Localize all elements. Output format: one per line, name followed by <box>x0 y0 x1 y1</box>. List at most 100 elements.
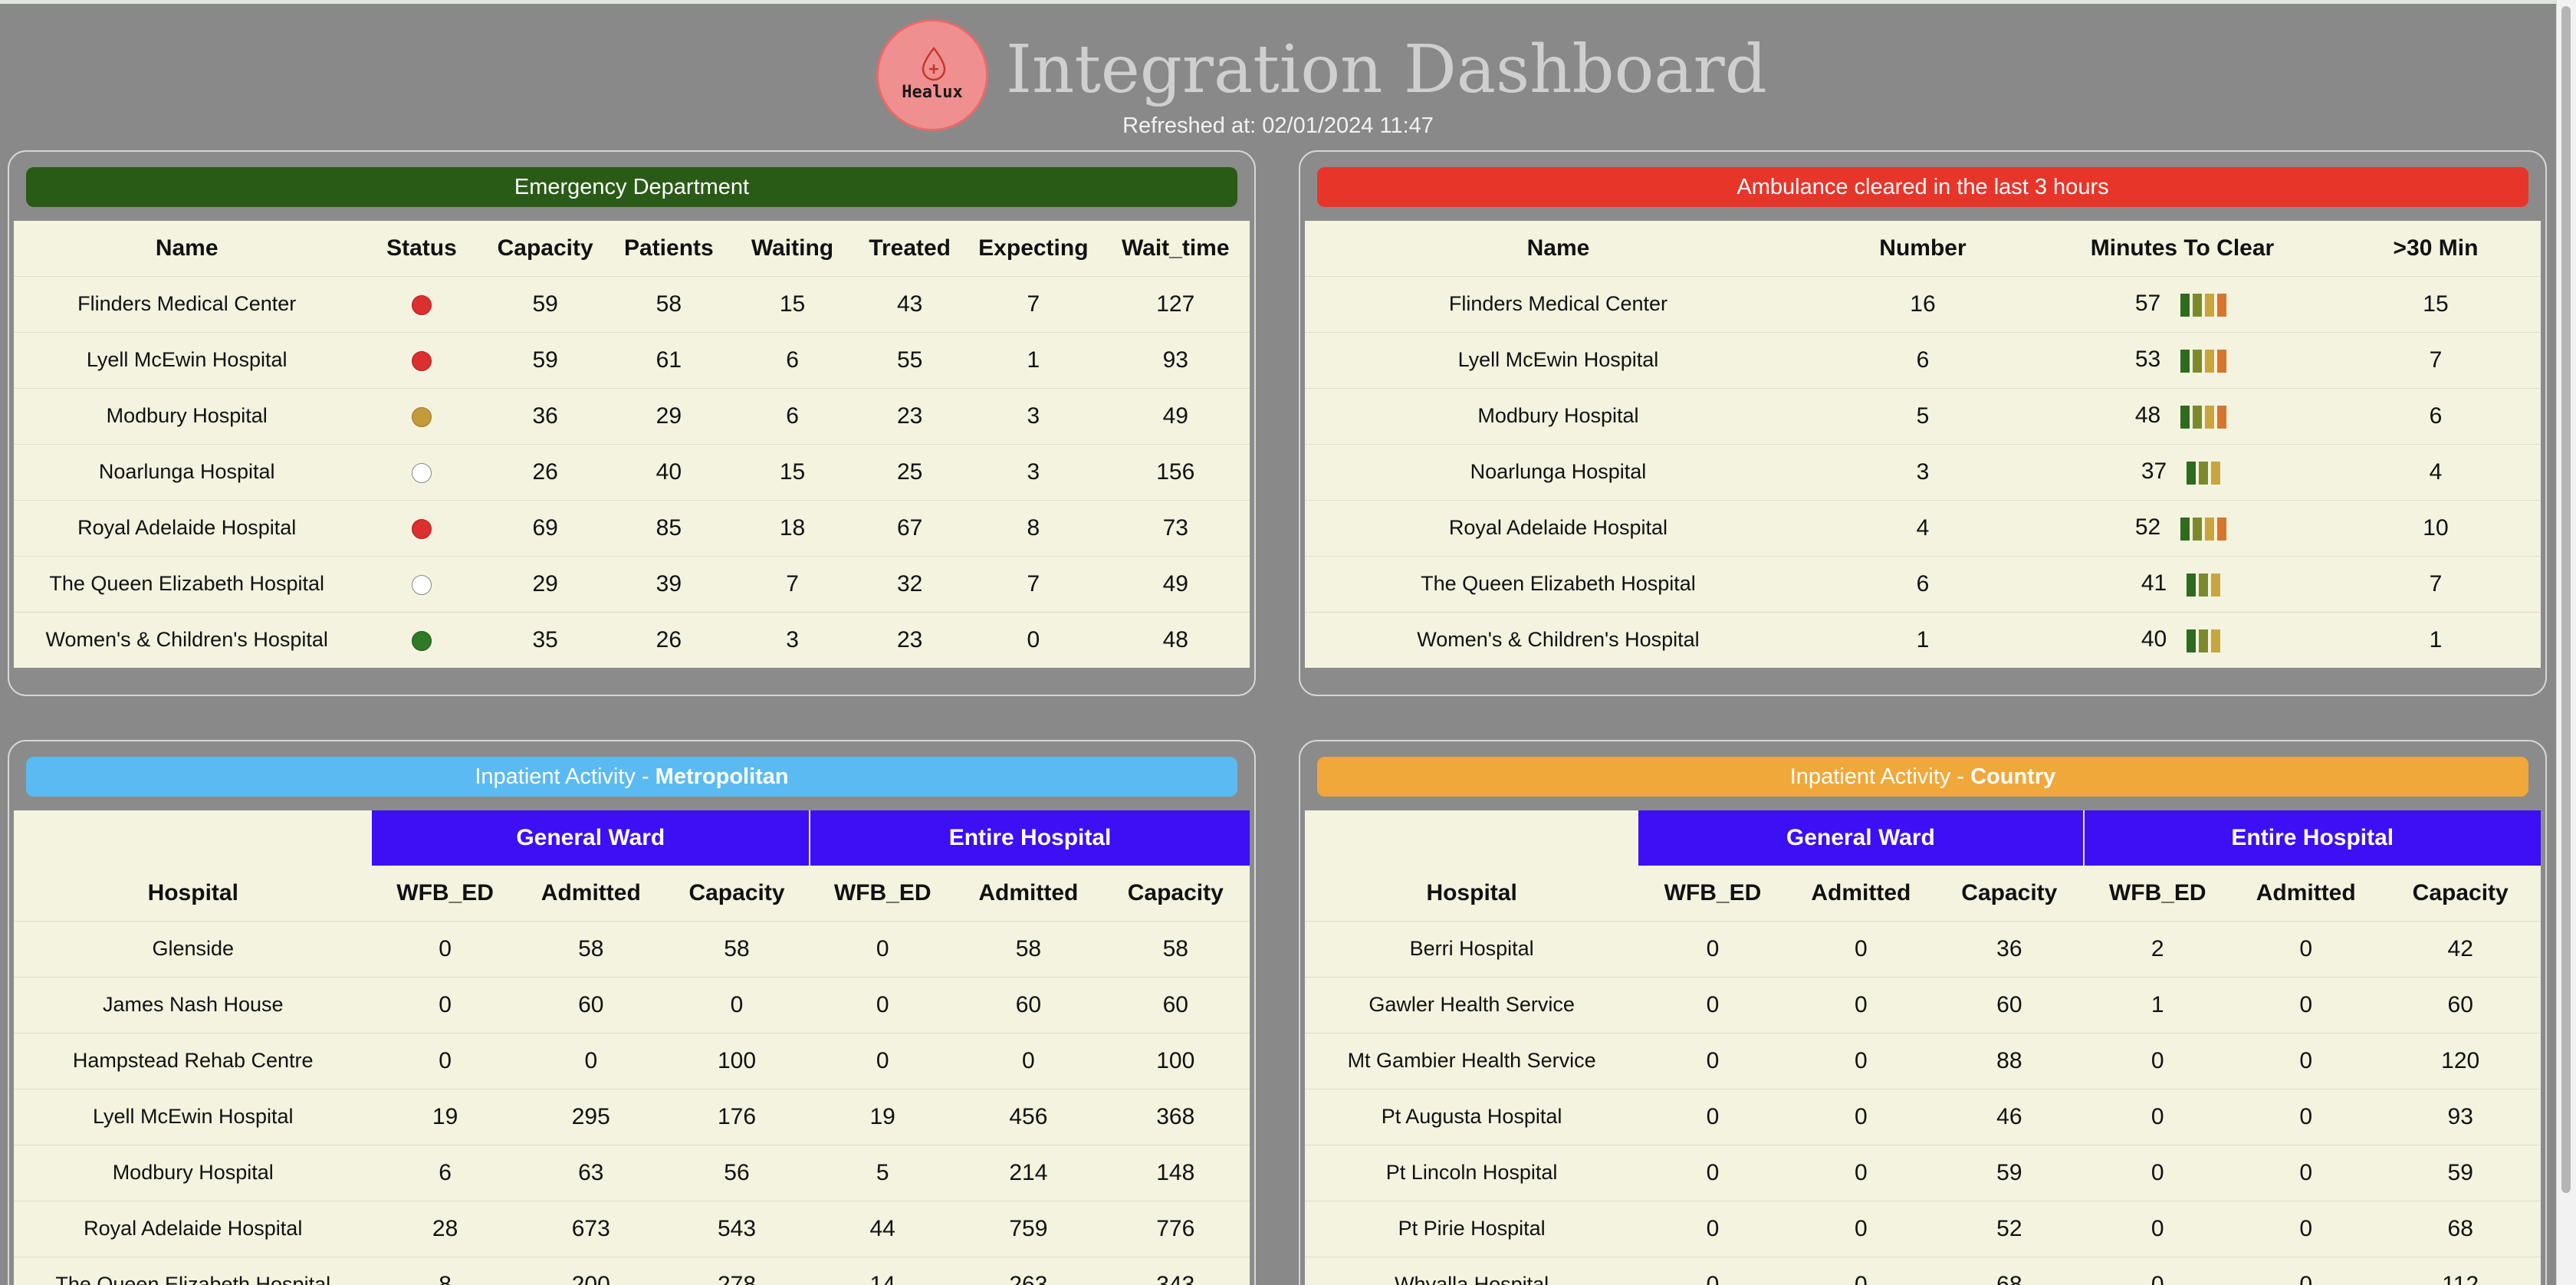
ambulance-panel: Ambulance cleared in the last 3 hours Na… <box>1299 150 2547 696</box>
cell-value: 56 <box>663 1144 810 1201</box>
cell-value: 278 <box>663 1256 810 1285</box>
expecting-value: 1 <box>965 331 1102 388</box>
column-header: Expecting <box>978 235 1089 261</box>
minutes-bar-gauge <box>2180 403 2229 429</box>
cell-value: 295 <box>518 1088 664 1145</box>
treated-value: 55 <box>854 331 966 388</box>
hospital-name: Pt Augusta Hospital <box>1305 1088 1639 1145</box>
status-cell <box>360 555 484 612</box>
panel-title: Inpatient Activity - Metropolitan <box>26 757 1237 797</box>
status-cell <box>360 387 484 444</box>
gauge-bar <box>2217 294 2227 317</box>
hospital-name: Women's & Children's Hospital <box>1305 611 1812 668</box>
gauge-bar <box>2211 573 2221 597</box>
patients-value: 61 <box>606 331 731 388</box>
capacity-value: 36 <box>483 387 607 444</box>
cell-value: 2 <box>2083 920 2232 977</box>
cell-value: 0 <box>810 976 956 1033</box>
blood-drop-icon <box>922 47 946 81</box>
cell-value: 0 <box>2083 1256 2232 1285</box>
column-header: WFB_ED <box>2108 879 2206 905</box>
cell-value: 14 <box>810 1256 956 1285</box>
inpatient-metropolitan-panel: Inpatient Activity - Metropolitan Genera… <box>8 740 1256 1285</box>
cell-value: 0 <box>2231 1200 2380 1257</box>
cell-value: 0 <box>372 1032 518 1089</box>
status-indicator-red <box>411 294 432 315</box>
gauge-bar <box>2217 406 2227 429</box>
cell-value: 343 <box>1101 1256 1250 1285</box>
table-row: Glenside 0 58 58 0 58 58 <box>14 920 1250 977</box>
number-value: 6 <box>1811 555 2035 612</box>
expecting-value: 7 <box>965 555 1102 612</box>
gauge-bar <box>2199 462 2209 485</box>
treated-value: 67 <box>854 499 966 556</box>
panel-title-prefix: Inpatient Activity - <box>1789 764 1971 789</box>
cell-value: 776 <box>1101 1200 1250 1257</box>
cell-value: 5 <box>810 1144 956 1201</box>
wait-time-value: 49 <box>1101 387 1250 444</box>
cell-value: 0 <box>1786 920 1936 977</box>
minutes-bar-gauge <box>2180 347 2229 373</box>
table-row: Pt Lincoln Hospital 0 0 59 0 0 59 <box>1305 1144 2541 1201</box>
emergency-department-panel: Emergency Department Name Status Capacity P… <box>8 150 1256 696</box>
expecting-value: 8 <box>965 499 1102 556</box>
cell-value: 0 <box>955 1032 1102 1089</box>
column-header: Admitted <box>978 879 1079 905</box>
cell-value: 543 <box>663 1200 810 1257</box>
table-row: Women's & Children's Hospital 35 26 3 23 0 48 <box>14 611 1250 668</box>
number-value: 5 <box>1811 387 2035 444</box>
column-header: Capacity <box>688 879 785 905</box>
table-row: Modbury Hospital 5 48 6 <box>1305 387 2541 444</box>
gauge-bar <box>2205 406 2215 429</box>
cell-value: 0 <box>1786 1032 1936 1089</box>
hospital-name: Lyell McEwin Hospital <box>14 1088 373 1145</box>
waiting-value: 3 <box>730 611 855 668</box>
cell-value: 0 <box>2083 1088 2232 1145</box>
waiting-value: 7 <box>730 555 855 612</box>
column-header: Name <box>1526 235 1590 261</box>
page-scrollbar[interactable] <box>2556 0 2576 1285</box>
capacity-value: 35 <box>483 611 607 668</box>
minutes-value: 53 <box>2134 346 2161 372</box>
status-indicator-red <box>411 518 432 539</box>
minutes-bar-gauge <box>2187 459 2223 485</box>
gauge-bar <box>2199 629 2209 653</box>
cell-value: 44 <box>810 1200 956 1257</box>
cell-value: 19 <box>372 1088 518 1145</box>
wait-time-value: 48 <box>1101 611 1250 668</box>
cell-value: 148 <box>1101 1144 1250 1201</box>
column-header: WFB_ED <box>396 879 494 905</box>
minutes-value: 48 <box>2134 402 2161 428</box>
capacity-value: 26 <box>483 443 607 500</box>
hospital-name: Lyell McEwin Hospital <box>1305 331 1812 388</box>
minutes-bar-gauge <box>2187 627 2223 653</box>
waiting-value: 18 <box>730 499 855 556</box>
minutes-bar-gauge <box>2180 515 2229 541</box>
waiting-value: 15 <box>730 275 855 332</box>
column-header: Admitted <box>540 879 641 905</box>
gauge-bar <box>2205 518 2215 541</box>
table-row: Noarlunga Hospital 26 40 15 25 3 156 <box>14 443 1250 500</box>
gauge-bar <box>2180 294 2190 317</box>
hospital-name: Royal Adelaide Hospital <box>14 1200 373 1257</box>
cell-value: 0 <box>2231 1144 2380 1201</box>
gauge-bar <box>2180 518 2190 541</box>
cell-value: 200 <box>518 1256 664 1285</box>
table-row: Lyell McEwin Hospital 6 53 7 <box>1305 331 2541 388</box>
cell-value: 0 <box>1786 1256 1936 1285</box>
minutes-cell: 37 <box>2034 443 2331 500</box>
treated-value: 25 <box>854 443 966 500</box>
expecting-value: 3 <box>965 387 1102 444</box>
group-header-entire-hospital: Entire Hospital <box>809 810 1250 866</box>
gauge-bar <box>2193 294 2203 317</box>
gauge-bar <box>2211 462 2221 485</box>
expecting-value: 7 <box>965 275 1102 332</box>
status-cell <box>360 443 484 500</box>
hospital-name: Modbury Hospital <box>1305 387 1812 444</box>
wait-time-value: 93 <box>1101 331 1250 388</box>
column-header: Capacity <box>497 235 593 261</box>
patients-value: 58 <box>606 275 731 332</box>
scrollbar-thumb[interactable] <box>2561 6 2571 1193</box>
gauge-bar <box>2180 406 2190 429</box>
hospital-name: Lyell McEwin Hospital <box>14 331 360 388</box>
